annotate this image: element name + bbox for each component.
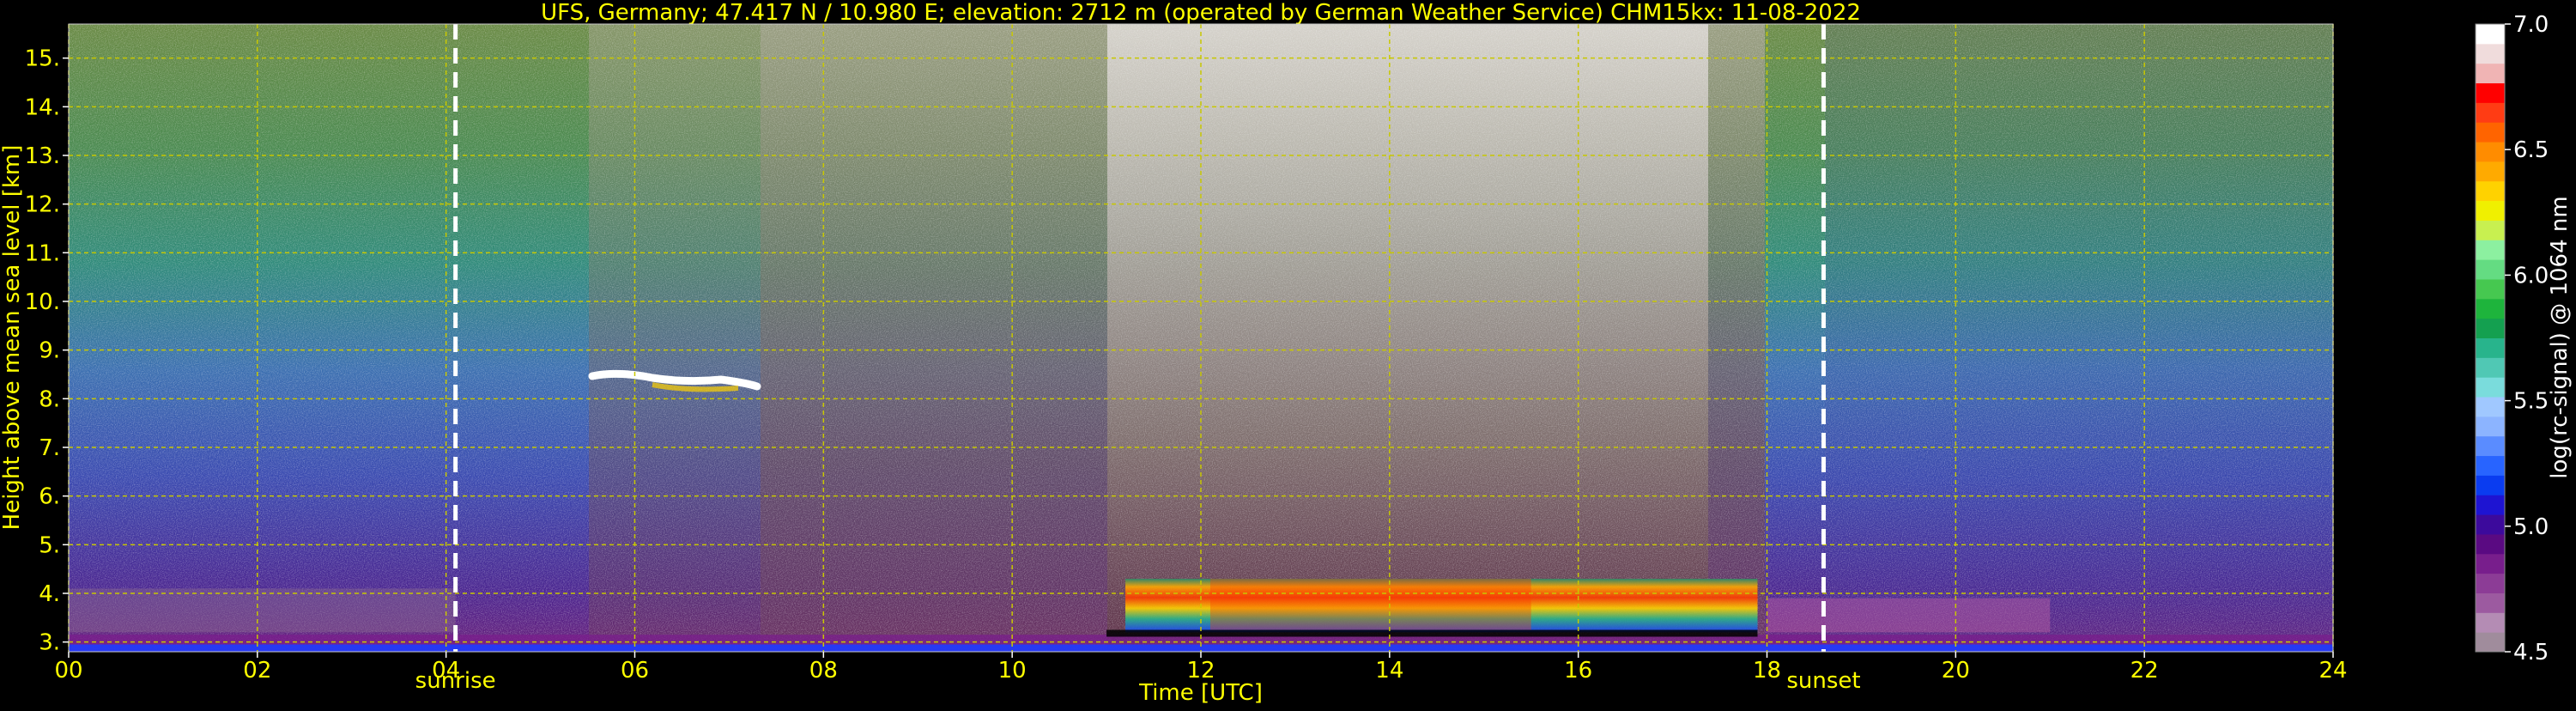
colorbar-segment [2476,298,2505,319]
y-tick-label: 9. [39,338,60,364]
x-tick-label: 02 [243,658,271,684]
colorbar-segment [2476,416,2505,437]
colorbar-segment [2476,337,2505,358]
colorbar-segment [2476,278,2505,300]
colorbar-tick-label: 7.0 [2513,12,2549,38]
y-tick-label: 3. [39,630,60,656]
colorbar-tick-label: 5.5 [2513,389,2549,415]
colorbar-segment [2476,318,2505,338]
colorbar-segment [2476,142,2505,162]
y-tick-label: 7. [39,435,60,461]
y-axis-label: Height above mean sea level [km] [0,145,25,531]
y-tick-label: 4. [39,581,60,607]
layer-base [1106,629,1758,637]
x-axis-label: Time [UTC] [1138,680,1263,706]
colorbar-segment [2476,180,2505,202]
y-tick-label: 13. [25,143,60,169]
colorbar-label: log(rc-signal) @ 1064 nm [2547,196,2573,478]
convective-core [1209,579,1531,630]
colorbar: 4.5 5.0 5.5 6.0 6.5 7.0 [2475,12,2549,665]
x-tick-label: 08 [809,658,838,684]
chart-title: UFS, Germany; 47.417 N / 10.980 E; eleva… [541,0,1861,26]
colorbar-segment [2476,612,2505,633]
x-tick-label: 24 [2318,658,2347,684]
colorbar-tick-label: 4.5 [2513,640,2549,665]
colorbar-segment [2476,240,2505,260]
x-tick-label: 20 [1942,658,1970,684]
colorbar-segment [2476,102,2505,123]
colorbar-segment [2476,200,2505,221]
x-tick-label: 22 [2131,658,2159,684]
colorbar-segment [2476,397,2505,417]
colorbar-segment [2476,161,2505,182]
colorbar-segment [2476,24,2505,45]
evening-layer [1767,598,2051,633]
colorbar-segment [2476,553,2505,574]
sun-marker-label: sunset [1786,668,1860,694]
colorbar-segment [2476,82,2505,103]
x-tick-label: 14 [1375,658,1403,684]
y-tick-label: 12. [25,192,60,218]
x-tick-label: 00 [54,658,82,684]
x-axis-ticks: 00 02 04 06 08 10 12 14 16 18 20 22 24 [54,652,2348,684]
colorbar-segment [2476,357,2505,378]
colorbar-segment [2476,632,2505,653]
y-axis-ticks: 3. 4. 5. 6. 7. 8. 9. 10. 11. 12. 13. 14. 15. [25,46,69,656]
colorbar-segment [2476,220,2505,240]
y-tick-label: 15. [25,46,60,72]
colorbar-tick-label: 6.5 [2513,137,2549,163]
y-tick-label: 8. [39,386,60,412]
colorbar-tick-label: 6.0 [2513,263,2549,289]
colorbar-segment [2476,122,2505,143]
colorbar-segment [2476,475,2505,495]
colorbar-segment [2476,592,2505,613]
y-tick-label: 6. [39,484,60,510]
colorbar-segment [2476,43,2505,64]
x-tick-label: 18 [1753,658,1781,684]
colorbar-segment [2476,63,2505,84]
y-tick-label: 14. [25,94,60,120]
colorbar-tick-label: 5.0 [2513,514,2549,540]
colorbar-segment [2476,495,2505,515]
colorbar-segment [2476,573,2505,593]
residual-layer [69,588,456,633]
x-tick-label: 06 [621,658,649,684]
y-tick-label: 10. [25,289,60,315]
ceilometer-chart: UFS, Germany; 47.417 N / 10.980 E; eleva… [0,0,2573,706]
x-tick-label: 10 [998,658,1027,684]
x-tick-label: 04 [432,658,460,684]
colorbar-segment [2476,533,2505,555]
colorbar-segment [2476,455,2505,476]
colorbar-segment [2476,259,2505,280]
colorbar-segment [2476,514,2505,535]
colorbar-segment [2476,435,2505,457]
y-tick-label: 11. [25,240,60,266]
colorbar-segment [2476,377,2505,398]
x-tick-label: 16 [1564,658,1592,684]
y-tick-label: 5. [39,532,60,558]
